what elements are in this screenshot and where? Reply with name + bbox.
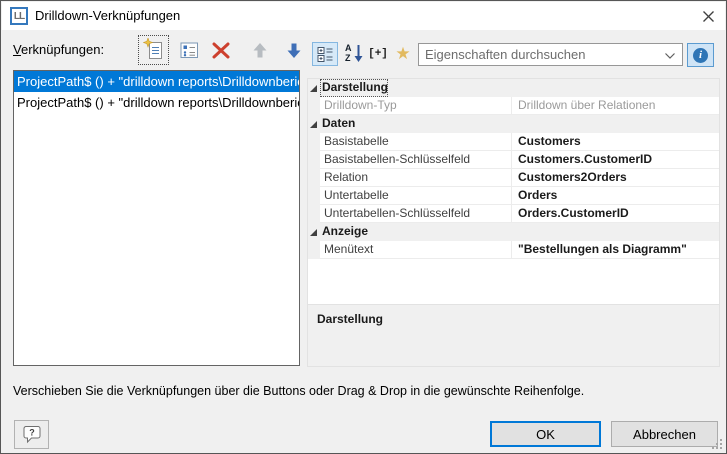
expander-triangle-icon[interactable] <box>310 121 317 128</box>
property-value: Drilldown über Relationen <box>512 97 719 115</box>
reorder-hint-text: Verschieben Sie die Verknüpfungen über d… <box>13 384 584 398</box>
new-link-icon <box>143 38 165 62</box>
expander-triangle-icon[interactable] <box>310 229 317 236</box>
property-value[interactable]: Orders <box>512 187 719 205</box>
property-row-untertabelle[interactable]: Untertabelle Orders <box>308 187 719 205</box>
category-label: Darstellung <box>320 79 388 97</box>
cancel-button[interactable]: Abbrechen <box>611 421 718 447</box>
property-name: Relation <box>320 169 512 187</box>
dialog-title: Drilldown-Verknüpfungen <box>35 2 180 30</box>
list-item[interactable]: ProjectPath$ () + "drilldown reports\Dri… <box>14 92 299 113</box>
close-icon <box>703 11 714 22</box>
property-row-drilldown-typ[interactable]: Drilldown-Typ Drilldown über Relationen <box>308 97 719 115</box>
category-row-darstellung[interactable]: Darstellung <box>308 79 719 97</box>
sort-letter-a: A <box>345 43 352 53</box>
close-button[interactable] <box>691 2 725 30</box>
property-row-untertabellen-schluesselfeld[interactable]: Untertabellen-Schlüsselfeld Orders.Custo… <box>308 205 719 223</box>
svg-text:?: ? <box>29 428 35 438</box>
property-value[interactable]: "Bestellungen als Diagramm" <box>512 241 719 259</box>
app-logo-icon: LL <box>10 7 28 25</box>
categorized-view-button[interactable] <box>312 42 338 66</box>
chevron-down-icon[interactable] <box>665 53 675 59</box>
expand-all-button[interactable]: [+] <box>366 42 390 66</box>
title-bar: LL Drilldown-Verknüpfungen <box>2 2 725 30</box>
links-listbox[interactable]: ProjectPath$ () + "drilldown reports\Dri… <box>13 70 300 366</box>
property-search-input[interactable] <box>423 45 653 64</box>
description-title: Darstellung <box>317 312 710 326</box>
property-row-menuetext[interactable]: Menütext "Bestellungen als Diagramm" <box>308 241 719 259</box>
move-down-button[interactable] <box>281 38 307 63</box>
sort-alphabetical-button[interactable]: A Z <box>342 42 366 66</box>
categorized-view-icon <box>317 46 334 63</box>
sort-arrow-icon <box>354 44 363 64</box>
help-bubble-icon: ? <box>22 425 42 444</box>
star-icon: ★ <box>395 44 410 64</box>
list-item[interactable]: ProjectPath$ () + "drilldown reports\Dri… <box>14 71 299 92</box>
category-row-daten[interactable]: Daten <box>308 115 719 133</box>
properties-icon <box>180 42 199 59</box>
sort-letter-z: Z <box>345 53 351 63</box>
property-name: Untertabelle <box>320 187 512 205</box>
property-name: Basistabellen-Schlüsselfeld <box>320 151 512 169</box>
info-button[interactable]: i <box>687 43 714 67</box>
property-row-basistabelle[interactable]: Basistabelle Customers <box>308 133 719 151</box>
property-value[interactable]: Customers <box>512 133 719 151</box>
delete-link-button[interactable] <box>207 38 235 63</box>
property-value[interactable]: Orders.CustomerID <box>512 205 719 223</box>
resize-grip[interactable] <box>712 439 723 450</box>
category-label: Daten <box>320 115 355 133</box>
property-grid: Darstellung Drilldown-Typ Drilldown über… <box>307 78 720 367</box>
property-row-relation[interactable]: Relation Customers2Orders <box>308 169 719 187</box>
property-name: Untertabellen-Schlüsselfeld <box>320 205 512 223</box>
ok-button[interactable]: OK <box>490 421 601 447</box>
expander-triangle-icon[interactable] <box>310 85 317 92</box>
category-row-anzeige[interactable]: Anzeige <box>308 223 719 241</box>
favorites-button[interactable]: ★ <box>391 41 415 66</box>
arrow-up-icon <box>252 42 268 59</box>
property-name: Drilldown-Typ <box>320 97 512 115</box>
new-link-button[interactable] <box>138 35 169 65</box>
property-name: Menütext <box>320 241 512 259</box>
links-label: Verknüpfungen: <box>13 42 104 57</box>
property-name: Basistabelle <box>320 133 512 151</box>
property-value[interactable]: Customers2Orders <box>512 169 719 187</box>
property-value[interactable]: Customers.CustomerID <box>512 151 719 169</box>
drilldown-links-dialog: LL Drilldown-Verknüpfungen Verknüpfungen… <box>0 0 727 454</box>
move-up-button[interactable] <box>247 38 273 63</box>
category-label: Anzeige <box>320 223 368 241</box>
properties-button[interactable] <box>176 38 202 63</box>
help-button[interactable]: ? <box>14 420 49 449</box>
info-icon: i <box>693 48 708 63</box>
arrow-down-icon <box>286 42 302 59</box>
property-description-panel: Darstellung <box>308 304 719 366</box>
property-row-basistabellen-schluesselfeld[interactable]: Basistabellen-Schlüsselfeld Customers.Cu… <box>308 151 719 169</box>
property-search-box <box>418 43 683 66</box>
delete-icon <box>212 42 230 59</box>
